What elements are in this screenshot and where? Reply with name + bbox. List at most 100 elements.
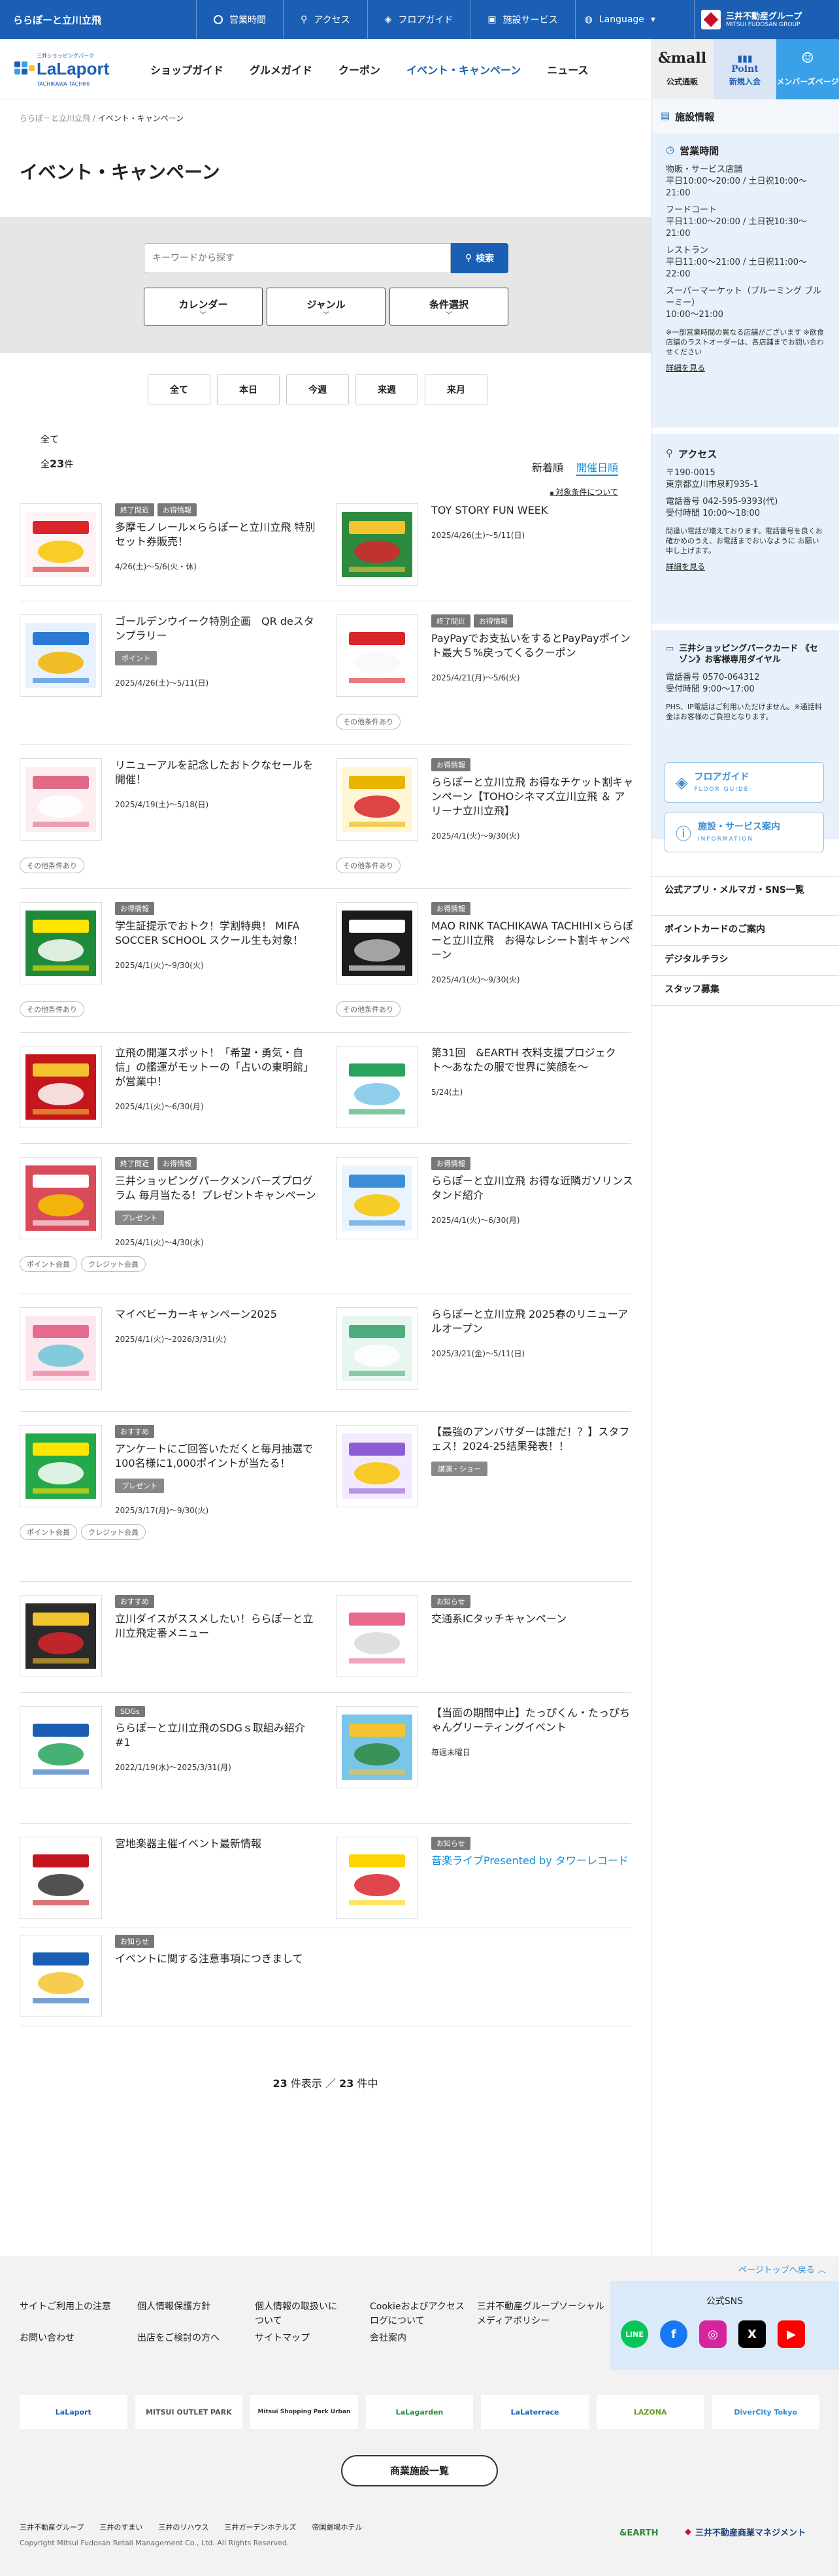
- sidebar-link-flyer[interactable]: デジタルチラシ: [651, 946, 839, 976]
- event-thumbnail: [20, 758, 102, 841]
- line-icon[interactable]: LINE: [621, 2320, 648, 2348]
- event-tags: お知らせ: [431, 1837, 634, 1850]
- chevron-down-icon: ﹀: [446, 312, 452, 319]
- footer-link-contact[interactable]: お問い合わせ: [20, 2331, 74, 2345]
- top-nav-access[interactable]: ⚲ アクセス: [283, 0, 367, 39]
- period-next-week[interactable]: 来週: [355, 374, 418, 405]
- hours-line: 10:00〜21:00: [666, 310, 723, 320]
- brand-msp-urban[interactable]: Mitsui Shopping Park Urban: [250, 2395, 358, 2429]
- event-body: 終了間近 お得情報 三井ショッピングパークメンバーズプログラム 毎月当たる！プレゼン…: [115, 1157, 318, 1248]
- brand-lazona[interactable]: LAZONA: [596, 2395, 704, 2429]
- condition-pill: その他条件あり: [20, 858, 84, 873]
- condition-link[interactable]: 対象条件について: [550, 486, 618, 497]
- group-link[interactable]: 三井不動産グループ: [20, 2522, 84, 2532]
- event-tag: お得情報: [474, 614, 513, 627]
- top-nav-hours[interactable]: 営業時間: [196, 0, 283, 39]
- event-image: [342, 623, 412, 688]
- footer-link-privacy[interactable]: 個人情報保護方針: [137, 2300, 210, 2314]
- mall-button[interactable]: &mall 公式通販: [651, 39, 714, 99]
- site-name-link[interactable]: ららぽーと立川立飛: [13, 13, 101, 27]
- card-icon: ▭: [666, 644, 674, 654]
- genre-filter-button[interactable]: ジャンル ﹀: [267, 288, 386, 326]
- brand-lalaterrace[interactable]: LaLaterrace: [481, 2395, 589, 2429]
- facebook-icon[interactable]: f: [660, 2320, 687, 2348]
- event-conditions: その他条件あり: [336, 714, 401, 729]
- condition-pill: その他条件あり: [336, 714, 401, 729]
- event-body: リニューアルを記念したおトクなセールを開催！ 2025/4/19(土)〜5/18(…: [115, 758, 318, 810]
- period-all[interactable]: 全て: [148, 374, 210, 405]
- period-this-week[interactable]: 今週: [286, 374, 349, 405]
- sns-icons: LINE f ◎ X ▶: [621, 2320, 805, 2348]
- group-link[interactable]: 三井ガーデンホテルズ: [224, 2522, 296, 2532]
- event-tag: お得情報: [157, 503, 197, 516]
- mitsui-group-logo[interactable]: 三井不動産グループ MITSUI FUDOSAN GROUP: [694, 0, 839, 39]
- footer-link-company[interactable]: 会社案内: [370, 2331, 406, 2345]
- breadcrumb-sep: /: [92, 114, 95, 123]
- search-input[interactable]: [144, 243, 451, 273]
- brand-divercity[interactable]: DiverCity Tokyo: [712, 2395, 820, 2429]
- group-link[interactable]: 帝国劇場ホテル: [312, 2522, 362, 2532]
- hours-detail-link[interactable]: 詳細を見る: [666, 362, 705, 373]
- chevron-up-icon: ︿: [817, 2266, 826, 2275]
- nav-news[interactable]: ニュース: [534, 39, 601, 99]
- hours-box: ◷ 営業時間 物販・サービス店舗 平日10:00〜20:00 / 土日祝10:00…: [651, 133, 839, 427]
- group-link[interactable]: 三井のすまい: [99, 2522, 142, 2532]
- sidebar-link-app-sns[interactable]: 公式アプリ・メルマガ・SNS一覧: [651, 877, 839, 916]
- sns-panel: 公式SNS LINE f ◎ X ▶: [610, 2281, 839, 2370]
- facility-list-button[interactable]: 商業施設一覧: [341, 2455, 498, 2486]
- page-top-link[interactable]: ページトップへ戻る ︿: [738, 2263, 826, 2275]
- sort-by-date[interactable]: 開催日順: [576, 459, 618, 476]
- floor-guide-button[interactable]: ◈ フロアガイド FLOOR GUIDE: [665, 762, 824, 803]
- event-title: アンケートにご回答いただくと毎月抽選で100名様に1,000ポイントが当たる！: [115, 1443, 314, 1469]
- instagram-icon[interactable]: ◎: [699, 2320, 727, 2348]
- footer-link-personal-info[interactable]: 個人情報の取扱いについて: [255, 2300, 340, 2328]
- footer-link-sitemap[interactable]: サイトマップ: [255, 2331, 310, 2345]
- member-page-button[interactable]: ☺ メンバーズページ: [776, 39, 839, 99]
- event-image: [342, 911, 412, 976]
- period-today[interactable]: 本日: [217, 374, 280, 405]
- sidebar-link-pointcard[interactable]: ポイントカードのご案内: [651, 916, 839, 946]
- event-title: 多摩モノレール×ららぽーと立川立飛 特別セット券販売！: [115, 521, 316, 548]
- lalaport-logo[interactable]: 三井ショッピングパーク LaLaport TACHIKAWA TACHIHI: [14, 52, 125, 89]
- calendar-filter-button[interactable]: カレンダー ﹀: [144, 288, 263, 326]
- footer-link-cookie[interactable]: Cookieおよびアクセスログについて: [370, 2300, 468, 2328]
- youtube-icon[interactable]: ▶: [778, 2320, 805, 2348]
- group-link[interactable]: 三井のリハウス: [158, 2522, 208, 2532]
- language-button[interactable]: ◍ Language ▾: [574, 0, 664, 39]
- sort-newest[interactable]: 新着順: [532, 459, 563, 476]
- footer-link-tenant[interactable]: 出店をご検討の方へ: [137, 2331, 220, 2345]
- sidebar-link-recruit[interactable]: スタッフ募集: [651, 976, 839, 1006]
- event-title: PayPayでお支払いをするとPayPayポイント最大５%戻ってくるクーポン: [431, 632, 631, 659]
- brand-outlet-park[interactable]: MITSUI OUTLET PARK: [135, 2395, 243, 2429]
- event-tags: お得情報: [431, 758, 634, 771]
- top-nav-services[interactable]: ▣ 施設サービス: [470, 0, 574, 39]
- count-value: 23: [50, 458, 65, 470]
- event-image: [25, 1165, 96, 1231]
- nav-shop-guide[interactable]: ショップガイド: [137, 39, 237, 99]
- breadcrumb-home[interactable]: ららぽーと立川立飛: [20, 114, 90, 123]
- top-nav-floor[interactable]: ◈ フロアガイド: [367, 0, 470, 39]
- x-icon[interactable]: X: [738, 2320, 766, 2348]
- card-note: PHS、IP電話はご利用いただけません。※通話料金はお客様のご負担となります。: [666, 703, 822, 721]
- event-tags: お知らせ: [431, 1595, 634, 1608]
- search-button-label: 検索: [476, 254, 495, 264]
- logo-sub-text: TACHIKAWA TACHIHI: [37, 81, 90, 87]
- nav-coupon[interactable]: クーポン: [325, 39, 393, 99]
- footer-link-terms[interactable]: サイトご利用上の注意: [20, 2300, 111, 2314]
- brand-lalaport[interactable]: LaLaport: [20, 2395, 127, 2429]
- access-detail-link[interactable]: 詳細を見る: [666, 561, 705, 572]
- search-button[interactable]: ⚲ 検索: [451, 243, 508, 273]
- facility-info-button[interactable]: ⓘ 施設・サービス案内 INFORMATION: [665, 812, 824, 852]
- period-next-month[interactable]: 来月: [425, 374, 487, 405]
- condition-filter-button[interactable]: 条件選択 ﹀: [389, 288, 508, 326]
- nav-gourmet-guide[interactable]: グルメガイド: [237, 39, 325, 99]
- event-thumbnail: [336, 758, 418, 841]
- point-button[interactable]: ▮▮▮ Point 新規入会: [714, 39, 776, 99]
- event-title: 音楽ライブPresented by タワーレコード: [431, 1854, 629, 1867]
- nav-events[interactable]: イベント・キャンペーン: [393, 39, 534, 99]
- footer-link-social-policy[interactable]: 三井不動産グループソーシャルメディアポリシー: [477, 2300, 608, 2328]
- event-thumbnail: [336, 1706, 418, 1788]
- brand-lalagarden[interactable]: LaLagarden: [365, 2395, 474, 2429]
- card-title: 三井ショッピングパークカード 《セゾン》お客様専用ダイヤル: [679, 644, 818, 665]
- event-tags: お得情報: [431, 902, 634, 915]
